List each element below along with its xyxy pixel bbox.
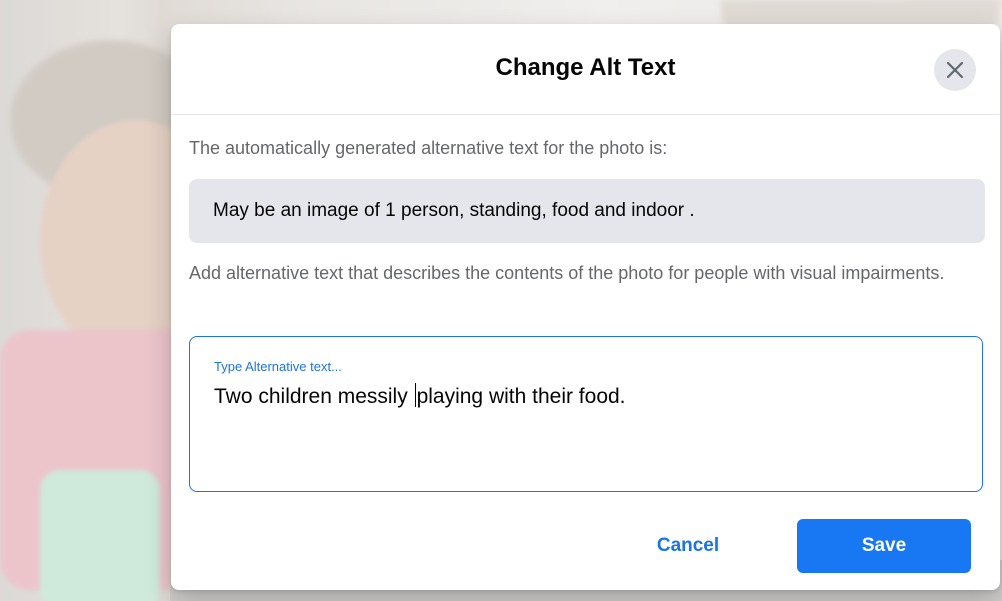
close-icon [946, 61, 964, 79]
alt-text-instruction: Add alternative text that describes the … [189, 263, 945, 283]
save-button[interactable]: Save [797, 519, 971, 573]
change-alt-text-dialog: Change Alt Text The automatically genera… [171, 24, 1000, 590]
generated-alt-text: May be an image of 1 person, standing, f… [213, 200, 695, 221]
alt-text-input[interactable]: Type Alternative text... Two children me… [189, 336, 983, 492]
cancel-button[interactable]: Cancel [623, 519, 753, 573]
close-button[interactable] [934, 49, 976, 91]
alt-text-input-value[interactable]: Two children messily playing with their … [214, 383, 626, 409]
alt-text-value-end: playing with their food. [416, 385, 626, 408]
dialog-title: Change Alt Text [495, 54, 676, 81]
alt-text-input-label: Type Alternative text... [214, 359, 342, 374]
alt-text-value-start: Two children messily [214, 385, 414, 408]
text-caret [414, 383, 416, 407]
auto-alt-text-intro: The automatically generated alternative … [189, 138, 668, 158]
generated-alt-text-box: May be an image of 1 person, standing, f… [189, 179, 985, 243]
dialog-header: Change Alt Text [171, 24, 1000, 115]
